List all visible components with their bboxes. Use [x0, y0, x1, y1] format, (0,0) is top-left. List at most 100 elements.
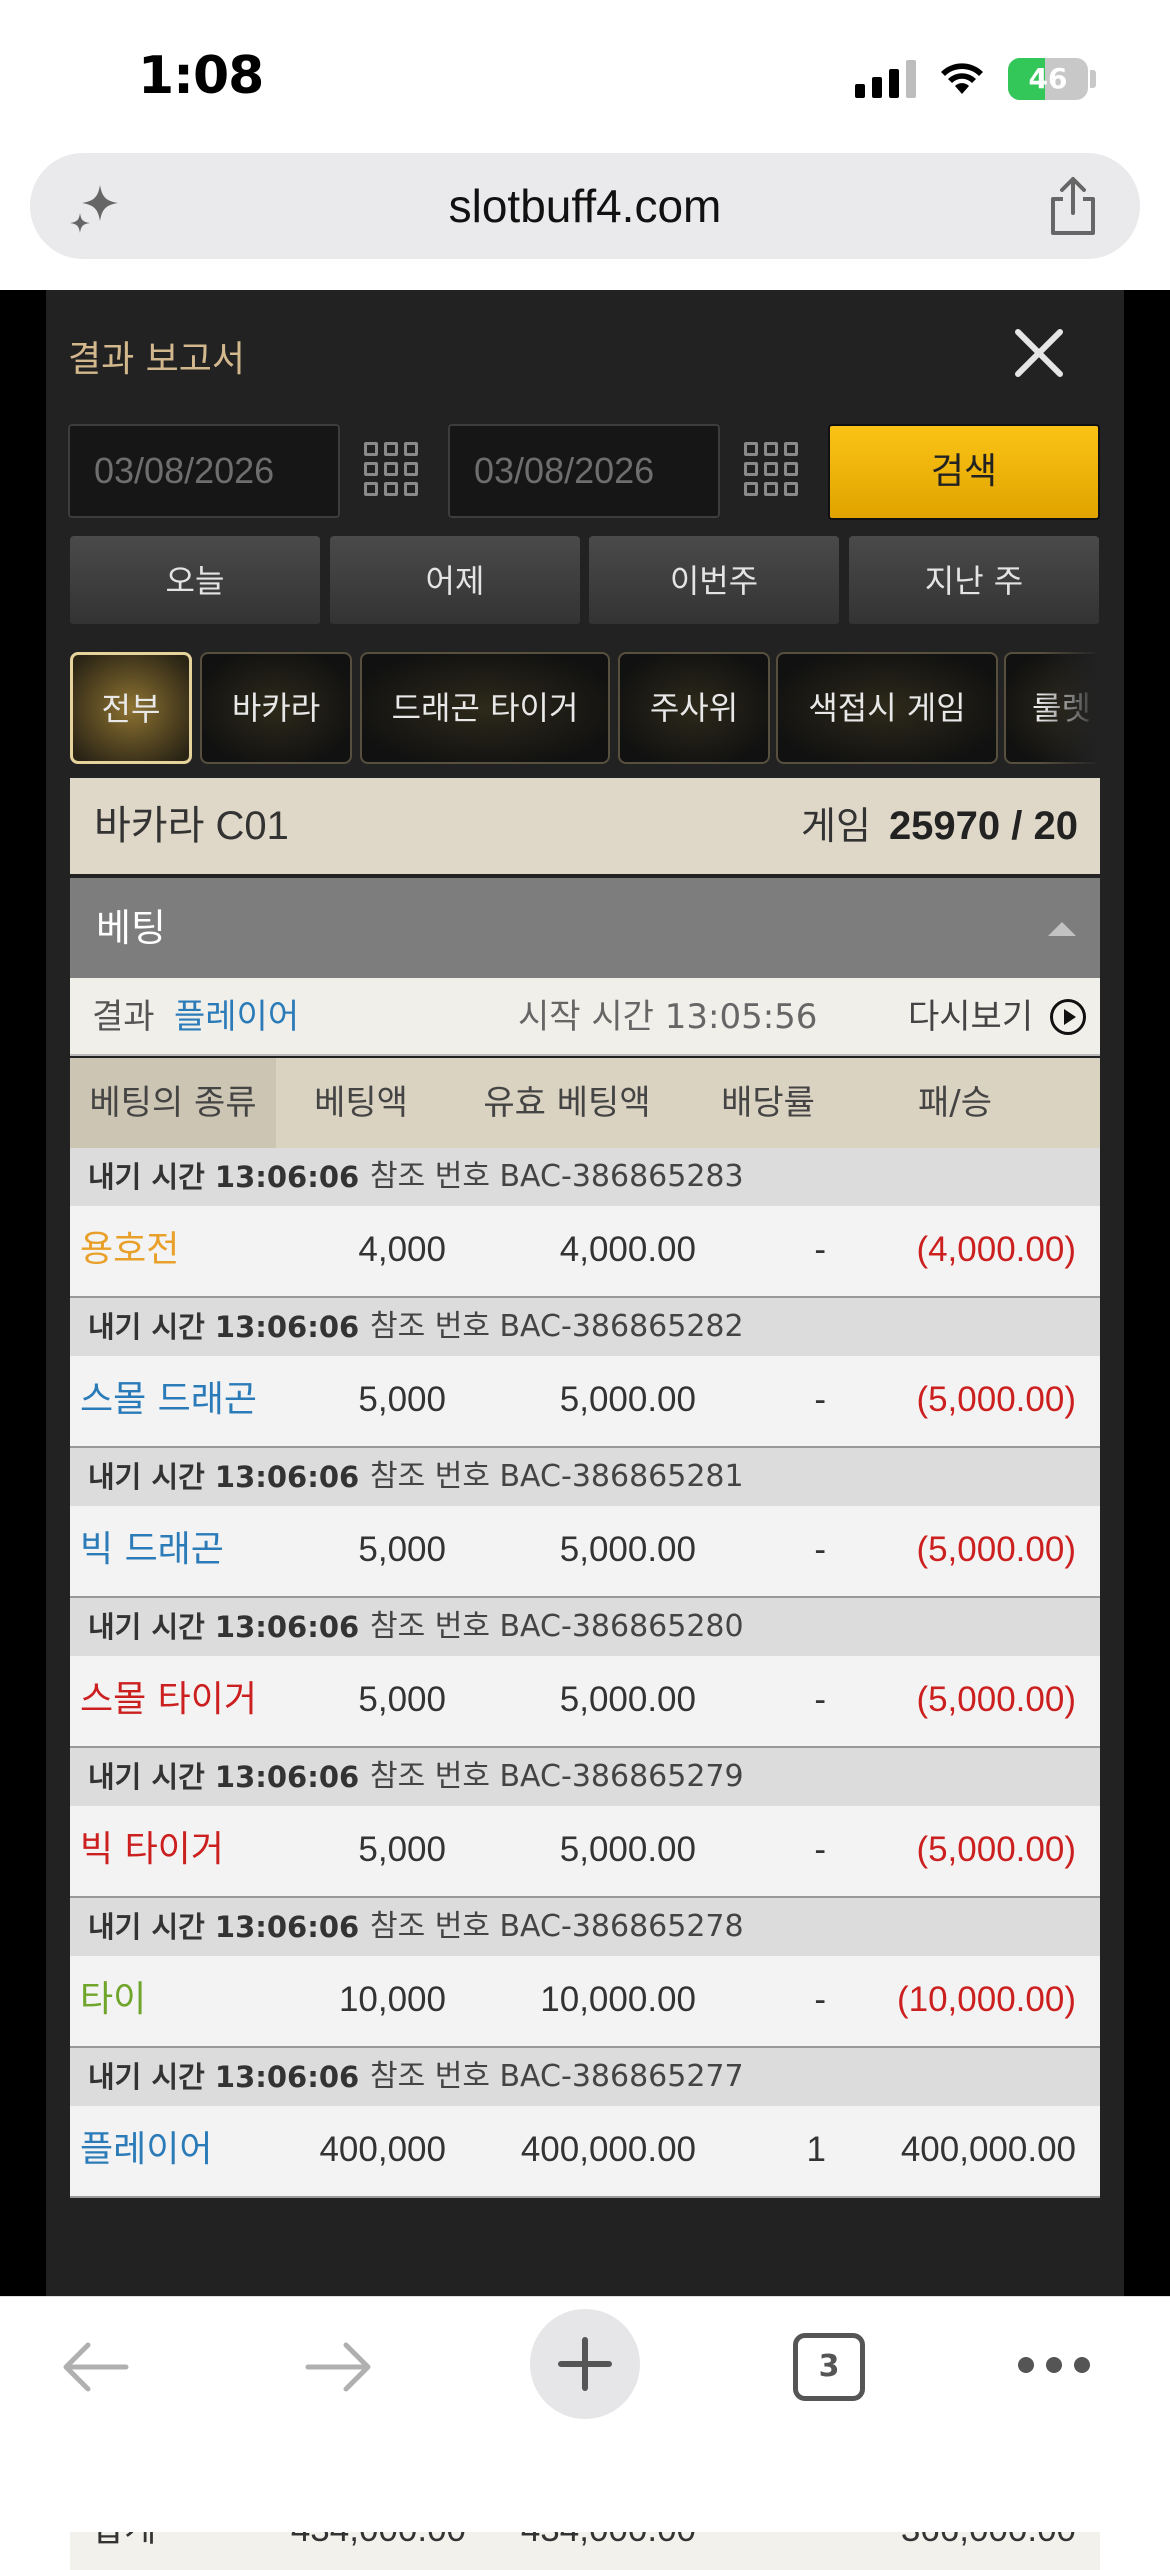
bets-table-header: 베팅의 종류 베팅액 유효 베팅액 배당률 패/승 — [70, 1058, 1100, 1148]
bet-time: 내기 시간 13:06:06 — [88, 1160, 360, 1194]
bet-type: 타이 — [80, 1979, 147, 2020]
col-odds: 배당률 — [721, 1083, 815, 1123]
replay-link[interactable]: 다시보기 — [908, 978, 1033, 1056]
bet-time: 내기 시간 13:06:06 — [88, 1760, 360, 1794]
bet-amount: 5,000 — [358, 1830, 446, 1869]
win-loss: 400,000.00 — [900, 2130, 1076, 2169]
battery-level: 46 — [1028, 62, 1068, 95]
bet-reference: 참조 번호 BAC-386865278 — [370, 1909, 744, 1944]
col-bet-type: 베팅의 종류 — [70, 1058, 276, 1148]
tab-baccarat[interactable]: 바카라 — [200, 652, 352, 764]
range-this-week-button[interactable]: 이번주 — [589, 536, 839, 626]
range-last-week-button[interactable]: 지난 주 — [849, 536, 1099, 626]
tabs-button[interactable]: 3 — [793, 2333, 865, 2401]
bet-type: 빅 타이거 — [80, 1829, 224, 1870]
search-button[interactable]: 검색 — [828, 424, 1100, 520]
table-row: 스몰 드래곤 5,000 5,000.00 - (5,000.00) — [70, 1356, 1100, 1448]
calendar-icon[interactable] — [744, 442, 798, 496]
date-from-input[interactable]: 03/08/2026 — [68, 424, 340, 518]
bet-type: 스몰 드래곤 — [80, 1379, 258, 1420]
valid-amount: 4,000.00 — [559, 1230, 696, 1269]
odds: 1 — [806, 2130, 826, 2169]
new-tab-button[interactable] — [530, 2309, 640, 2419]
range-yesterday-button[interactable]: 어제 — [330, 536, 580, 626]
valid-amount: 400,000.00 — [520, 2130, 696, 2169]
bet-time: 내기 시간 13:06:06 — [88, 2060, 360, 2094]
valid-amount: 5,000.00 — [559, 1380, 696, 1419]
battery-icon: 46 — [1008, 58, 1088, 100]
valid-amount: 5,000.00 — [559, 1680, 696, 1719]
table-row: 용호전 4,000 4,000.00 - (4,000.00) — [70, 1206, 1100, 1298]
status-time: 1:08 — [138, 46, 264, 106]
start-time: 시작 시간 13:05:56 — [518, 997, 818, 1037]
calendar-icon[interactable] — [364, 442, 418, 496]
win-loss: (5,000.00) — [916, 1380, 1076, 1419]
collapse-caret-icon[interactable] — [1048, 922, 1076, 936]
tab-dragon-tiger[interactable]: 드래곤 타이거 — [360, 652, 610, 764]
play-circle-icon[interactable] — [1050, 999, 1086, 1035]
bet-meta-row: 내기 시간 13:06:06 참조 번호 BAC-386865277 — [70, 2048, 1100, 2106]
col-win-loss: 패/승 — [917, 1083, 992, 1123]
close-icon[interactable] — [1006, 320, 1072, 386]
back-arrow-icon[interactable] — [58, 2337, 132, 2397]
bet-reference: 참조 번호 BAC-386865281 — [370, 1459, 744, 1494]
odds: - — [814, 1230, 826, 1269]
status-bar: 1:08 46 — [0, 0, 1170, 150]
game-name: 바카라 C01 — [94, 804, 289, 848]
table-row: 플레이어 400,000 400,000.00 1 400,000.00 — [70, 2106, 1100, 2198]
address-bar[interactable]: slotbuff4.com — [30, 153, 1140, 259]
tab-color-plate[interactable]: 색접시 게임 — [776, 652, 998, 764]
bet-amount: 5,000 — [358, 1530, 446, 1569]
bet-type: 빅 드래곤 — [80, 1529, 224, 1570]
game-filter-tabs: 전부 바카라 드래곤 타이거 주사위 색접시 게임 룰렛 — [70, 650, 1100, 766]
valid-amount: 5,000.00 — [559, 1530, 696, 1569]
bet-time: 내기 시간 13:06:06 — [88, 1310, 360, 1344]
valid-amount: 5,000.00 — [559, 1830, 696, 1869]
round-result-row: 결과 플레이어 시작 시간 13:05:56 다시보기 — [70, 978, 1100, 1056]
bet-time: 내기 시간 13:06:06 — [88, 1460, 360, 1494]
more-menu-icon[interactable] — [1018, 2357, 1090, 2373]
bet-amount: 400,000 — [319, 2130, 446, 2169]
bet-time: 내기 시간 13:06:06 — [88, 1610, 360, 1644]
win-loss: (5,000.00) — [916, 1530, 1076, 1569]
odds: - — [814, 1530, 826, 1569]
odds: - — [814, 1380, 826, 1419]
table-row: 빅 드래곤 5,000 5,000.00 - (5,000.00) — [70, 1506, 1100, 1598]
game-round-value: 25970 / 20 — [888, 804, 1078, 848]
share-icon[interactable] — [1043, 175, 1103, 237]
bet-reference: 참조 번호 BAC-386865282 — [370, 1309, 744, 1344]
bet-amount: 4,000 — [358, 1230, 446, 1269]
modal-title: 결과 보고서 — [68, 339, 246, 380]
table-row: 타이 10,000 10,000.00 - (10,000.00) — [70, 1956, 1100, 2048]
col-valid-amount: 유효 베팅액 — [483, 1083, 651, 1123]
bet-meta-row: 내기 시간 13:06:06 참조 번호 BAC-386865281 — [70, 1448, 1100, 1506]
game-summary-bar: 바카라 C01 게임 25970 / 20 — [70, 778, 1100, 874]
col-bet-amount: 베팅액 — [314, 1083, 408, 1123]
bet-meta-row: 내기 시간 13:06:06 참조 번호 BAC-386865278 — [70, 1898, 1100, 1956]
game-round-info: 게임 25970 / 20 — [801, 804, 1078, 848]
bet-meta-row: 내기 시간 13:06:06 참조 번호 BAC-386865283 — [70, 1148, 1100, 1206]
win-loss: (10,000.00) — [896, 1980, 1076, 2019]
forward-arrow-icon[interactable] — [302, 2337, 376, 2397]
bet-reference: 참조 번호 BAC-386865279 — [370, 1759, 744, 1794]
bet-meta-row: 내기 시간 13:06:06 참조 번호 BAC-386865280 — [70, 1598, 1100, 1656]
bet-meta-row: 내기 시간 13:06:06 참조 번호 BAC-386865279 — [70, 1748, 1100, 1806]
win-loss: (5,000.00) — [916, 1680, 1076, 1719]
tab-dice[interactable]: 주사위 — [618, 652, 770, 764]
result-report-modal: 결과 보고서 03/08/2026 03/08/2026 검색 오늘 어제 이번… — [46, 290, 1124, 2570]
win-loss: (5,000.00) — [916, 1830, 1076, 1869]
bet-type: 플레이어 — [80, 2129, 213, 2170]
result-label: 결과 — [92, 997, 155, 1037]
plus-icon — [558, 2337, 612, 2391]
bet-type: 스몰 타이거 — [80, 1679, 258, 1720]
date-to-input[interactable]: 03/08/2026 — [448, 424, 720, 518]
bet-amount: 10,000 — [338, 1980, 446, 2019]
range-today-button[interactable]: 오늘 — [70, 536, 320, 626]
bet-time: 내기 시간 13:06:06 — [88, 1910, 360, 1944]
bet-reference: 참조 번호 BAC-386865280 — [370, 1609, 744, 1644]
url-text[interactable]: slotbuff4.com — [30, 153, 1140, 259]
betting-section-header[interactable]: 베팅 — [70, 878, 1100, 978]
result-value: 플레이어 — [174, 997, 300, 1037]
odds: - — [814, 1830, 826, 1869]
tab-all[interactable]: 전부 — [70, 652, 192, 764]
